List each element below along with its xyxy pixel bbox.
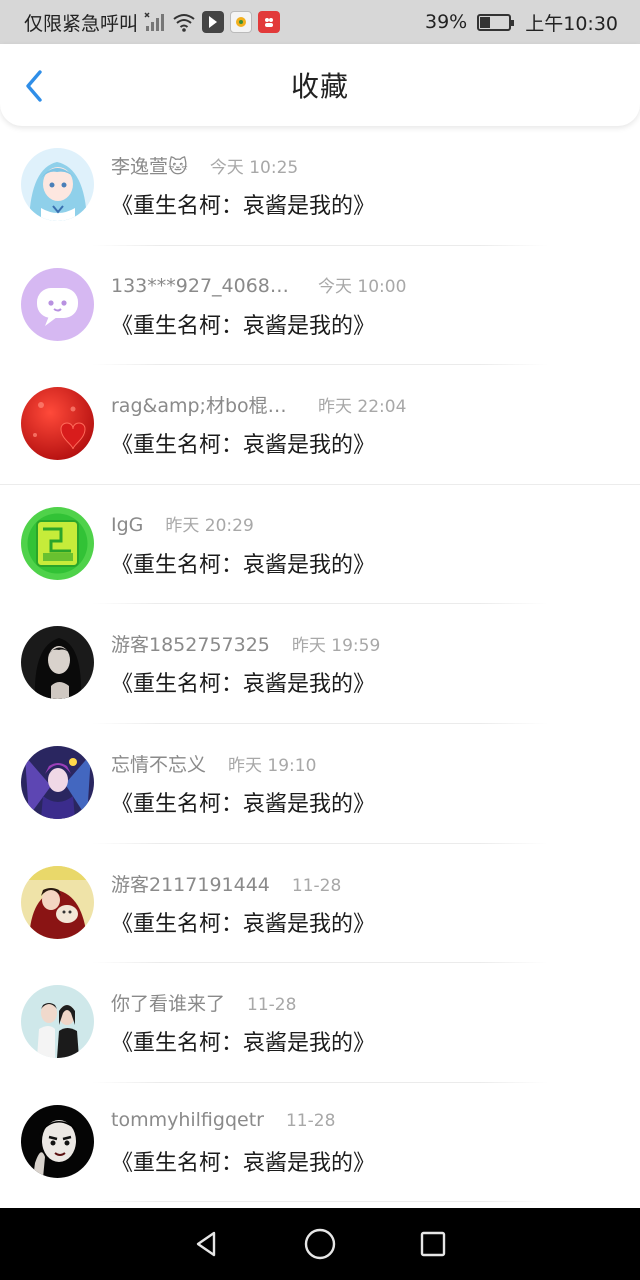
user-name: 133***927_40686... — [111, 274, 296, 297]
avatar[interactable] — [21, 1104, 94, 1178]
list-item[interactable]: 忘情不忘义 昨天 19:10 《重生名柯：哀酱是我的》 — [0, 724, 640, 844]
avatar[interactable] — [21, 985, 94, 1059]
avatar[interactable] — [21, 267, 94, 341]
chevron-left-icon — [26, 70, 42, 102]
avatar[interactable] — [21, 626, 94, 700]
timestamp: 昨天 22:04 — [318, 397, 407, 418]
timestamp: 昨天 20:29 — [165, 515, 254, 536]
item-meta: 133***927_40686... 今天 10:00 — [111, 272, 406, 297]
header-bar: 收藏 — [0, 44, 640, 126]
app-icon — [258, 11, 281, 33]
user-name: 忘情不忘义 — [111, 753, 207, 776]
battery-icon — [477, 13, 515, 31]
list-item[interactable]: IgG 昨天 20:29 《重生名柯：哀酱是我的》 — [0, 485, 640, 605]
avatar[interactable] — [21, 148, 94, 221]
status-left: 仅限紧急呼叫 — [24, 9, 281, 36]
item-meta: rag&amp;材bo棍ne... 昨天 22:04 — [111, 391, 406, 418]
user-name: 李逸萱🐱 — [111, 156, 188, 178]
item-meta: IgG 昨天 20:29 — [111, 511, 254, 536]
clock-time: 上午10:30 — [525, 12, 618, 35]
system-nav-bar — [0, 1208, 640, 1280]
list-item[interactable]: 游客2117191444 11-28 《重生名柯：哀酱是我的》 — [0, 844, 640, 964]
favorite-title: 《重生名柯：哀酱是我的》 — [111, 1150, 376, 1176]
avatar[interactable] — [21, 506, 94, 580]
list-item[interactable]: rag&amp;材bo棍ne... 昨天 22:04 《重生名柯：哀酱是我的》 — [0, 365, 640, 485]
timestamp: 今天 10:00 — [318, 276, 407, 297]
back-triangle-icon[interactable] — [187, 1224, 227, 1264]
recents-square-icon[interactable] — [413, 1224, 453, 1264]
app-icon — [230, 11, 253, 33]
favorite-title: 《重生名柯：哀酱是我的》 — [111, 313, 376, 339]
avatar[interactable] — [21, 387, 94, 461]
list-item[interactable]: 游客1852757325 昨天 19:59 《重生名柯：哀酱是我的》 — [0, 604, 640, 724]
signal-icon — [144, 12, 166, 32]
carrier-text: 仅限紧急呼叫 — [24, 12, 139, 35]
timestamp: 11-28 — [247, 995, 297, 1016]
favorite-title: 《重生名柯：哀酱是我的》 — [111, 552, 376, 578]
user-name: 游客2117191444 — [111, 873, 270, 896]
divider — [92, 1201, 548, 1203]
list-item[interactable]: 李逸萱🐱 今天 10:25 《重生名柯：哀酱是我的》 — [0, 126, 640, 246]
timestamp: 11-28 — [291, 875, 342, 896]
user-name: IgG — [111, 513, 144, 536]
favorite-title: 《重生名柯：哀酱是我的》 — [111, 433, 376, 459]
timestamp: 今天 10:25 — [209, 158, 299, 178]
user-name: 你了看谁来了 — [111, 993, 226, 1016]
page-title: 收藏 — [290, 70, 349, 103]
item-meta: 游客1852757325 昨天 19:59 — [111, 630, 380, 657]
item-meta: 游客2117191444 11-28 — [111, 870, 341, 897]
favorite-title: 《重生名柯：哀酱是我的》 — [111, 1031, 376, 1057]
user-name: rag&amp;材bo棍ne... — [111, 395, 296, 418]
avatar[interactable] — [21, 745, 94, 819]
favorite-title: 《重生名柯：哀酱是我的》 — [111, 791, 376, 817]
timestamp: 昨天 19:59 — [291, 636, 381, 657]
wifi-icon — [172, 12, 196, 32]
item-meta: 你了看谁来了 11-28 — [111, 989, 296, 1016]
item-meta: 忘情不忘义 昨天 19:10 — [111, 750, 316, 777]
status-bar: 仅限紧急呼叫 39% 上午10:30 — [0, 0, 640, 44]
home-circle-icon[interactable] — [300, 1224, 340, 1264]
favorites-list[interactable]: 李逸萱🐱 今天 10:25 《重生名柯：哀酱是我的》 133***927_406… — [0, 126, 640, 1208]
favorite-title: 《重生名柯：哀酱是我的》 — [111, 672, 376, 698]
back-button[interactable] — [16, 68, 52, 104]
battery-percent: 39% — [425, 11, 468, 33]
favorite-title: 《重生名柯：哀酱是我的》 — [111, 911, 376, 937]
app-icon — [202, 11, 225, 33]
avatar[interactable] — [21, 865, 94, 939]
status-right: 39% 上午10:30 — [425, 9, 618, 36]
list-item[interactable]: 133***927_40686... 今天 10:00 《重生名柯：哀酱是我的》 — [0, 246, 640, 366]
user-name: 游客1852757325 — [111, 634, 270, 657]
item-meta: tommyhilfigqetr 11-28 — [111, 1109, 335, 1131]
timestamp: 11-28 — [285, 1110, 336, 1131]
user-name: tommyhilfigqetr — [111, 1108, 264, 1131]
timestamp: 昨天 19:10 — [228, 755, 317, 776]
list-item[interactable]: 你了看谁来了 11-28 《重生名柯：哀酱是我的》 — [0, 963, 640, 1083]
list-item[interactable]: tommyhilfigqetr 11-28 《重生名柯：哀酱是我的》 — [0, 1083, 640, 1203]
favorite-title: 《重生名柯：哀酱是我的》 — [111, 194, 376, 219]
item-meta: 李逸萱🐱 今天 10:25 — [111, 152, 298, 179]
